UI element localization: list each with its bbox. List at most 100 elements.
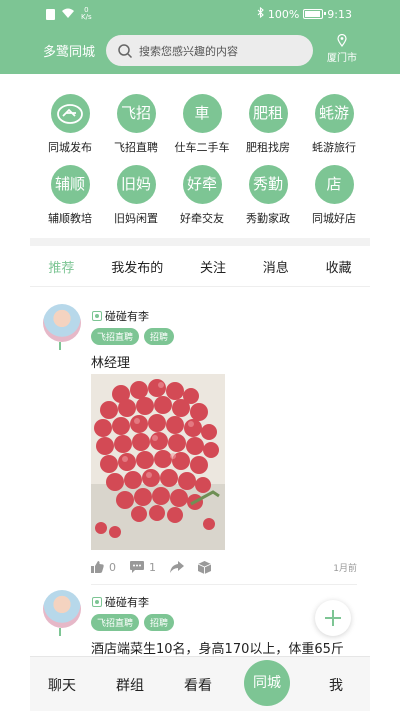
network-speed: 0 K/s [81,7,92,21]
battery-percent: 100% [267,7,300,21]
tab-messages[interactable]: 消息 [263,257,289,276]
like-count: 0 [109,560,116,574]
city-post-icon [50,94,90,133]
network-speed-unit: K/s [81,13,92,21]
location-pin-icon [337,34,347,47]
avatar[interactable] [43,304,81,342]
tag-type[interactable]: 招聘 [144,328,175,345]
category-label: 辅顺教培 [48,212,92,225]
tag-category[interactable]: 飞招直聘 [91,614,140,631]
category-label: 仕车二手车 [174,141,230,154]
tab-favorites[interactable]: 收藏 [326,257,352,276]
recruit-icon: 飞招 [116,94,156,133]
post-tags: 飞招直聘 招聘 [91,328,175,345]
housekeeping-icon: 秀勤 [248,165,288,204]
travel-icon: 蚝游 [314,94,354,133]
tab-recommend[interactable]: 推荐 [48,257,74,276]
search-placeholder: 搜索您感兴趣的内容 [139,44,238,58]
author-name: 碰碰有李 [105,310,149,323]
post-author[interactable]: 碰碰有李 [92,594,149,610]
thumbs-up-icon [91,561,104,573]
post-content: 酒店端菜生10名，身高170以上，体重65斤 [91,642,344,656]
shop-icon: 店 [314,165,354,204]
post-content: 林经理 [91,356,131,371]
category-label: 旧妈闲置 [114,212,158,225]
category-label: 飞招直聘 [114,141,158,154]
avatar[interactable] [43,590,81,628]
section-divider [30,238,370,246]
app-header: 多鹭同城 搜索您感兴趣的内容 厦门市 [0,28,400,74]
category-city-post[interactable]: 同城发布 [35,94,105,155]
comment-button[interactable]: 1 [130,561,156,574]
tag-category[interactable]: 飞招直聘 [91,328,140,345]
post-author[interactable]: 碰碰有李 [92,308,149,324]
status-right: 100% 9:13 [257,6,352,21]
search-icon [118,43,133,58]
nav-city[interactable]: 同城 [244,660,290,706]
category-tutoring[interactable]: 辅顺 辅顺教培 [35,165,105,226]
box-button[interactable] [198,560,211,574]
user-icon [92,597,102,607]
category-label: 同城好店 [312,212,356,225]
post-actions: 0 1 1月前 [91,558,357,576]
comment-count: 1 [149,560,156,574]
category-label: 蚝游旅行 [312,141,356,154]
avatar-indicator [59,342,64,350]
author-name: 碰碰有李 [105,596,149,609]
battery-icon [303,9,327,19]
category-label: 同城发布 [48,141,92,154]
lychee-photo[interactable] [91,374,225,550]
city-name: 厦门市 [327,53,357,64]
tabs-divider [30,286,370,287]
plus-icon [325,610,341,626]
avatar-indicator [59,628,64,636]
category-label: 秀勤家政 [246,212,290,225]
nav-chat[interactable]: 聊天 [32,675,92,695]
clock: 9:13 [327,7,352,21]
sim-icon [46,8,55,20]
nav-discover[interactable]: 看看 [168,675,228,695]
wifi-icon [61,8,75,21]
search-bar[interactable]: 搜索您感兴趣的内容 [106,35,313,66]
bluetooth-icon [257,6,264,21]
post-divider [91,584,357,585]
add-post-button[interactable] [315,600,351,636]
category-rent[interactable]: 肥租 肥租找房 [233,94,303,155]
status-bar: 0 K/s 100% 9:13 [0,0,400,28]
tab-following[interactable]: 关注 [200,257,226,276]
nav-groups[interactable]: 群组 [100,675,160,695]
category-shops[interactable]: 店 同城好店 [299,165,369,226]
lychee-illustration [91,374,225,550]
city-selector[interactable]: 厦门市 [320,34,364,64]
share-icon [170,561,184,573]
category-second-hand[interactable]: 旧妈 旧妈闲置 [101,165,171,226]
category-recruit[interactable]: 飞招 飞招直聘 [101,94,171,155]
feed-post[interactable]: 碰碰有李 飞招直聘 招聘 酒店端菜生10名，身高170以上，体重65斤 [40,590,360,656]
app-title: 多鹭同城 [43,45,96,60]
tag-type[interactable]: 招聘 [144,614,175,631]
share-button[interactable] [170,561,184,573]
post-tags: 飞招直聘 招聘 [91,614,175,631]
battery-fill [305,11,321,17]
category-used-car[interactable]: 車 仕车二手车 [167,94,237,155]
tutoring-icon: 辅顺 [50,165,90,204]
category-label: 肥租找房 [246,141,290,154]
cube-icon [198,560,211,574]
second-hand-icon: 旧妈 [116,165,156,204]
nav-me[interactable]: 我 [306,675,366,695]
category-housekeeping[interactable]: 秀勤 秀勤家政 [233,165,303,226]
category-dating[interactable]: 好牵 好牵交友 [167,165,237,226]
status-left: 0 K/s [46,7,92,21]
like-button[interactable]: 0 [91,561,116,574]
rent-icon: 肥租 [248,94,288,133]
post-time: 1月前 [333,563,357,574]
comment-icon [130,561,144,573]
category-travel[interactable]: 蚝游 蚝游旅行 [299,94,369,155]
car-icon: 車 [182,94,222,133]
feed-post[interactable]: 碰碰有李 飞招直聘 招聘 林经理 0 1 1月前 [40,304,360,589]
category-label: 好牵交友 [180,212,224,225]
bottom-nav: 聊天 群组 看看 同城 我 [30,656,370,711]
tab-my-posts[interactable]: 我发布的 [111,257,163,276]
user-icon [92,311,102,321]
feed-tabs: 推荐 我发布的 关注 消息 收藏 [30,246,370,286]
